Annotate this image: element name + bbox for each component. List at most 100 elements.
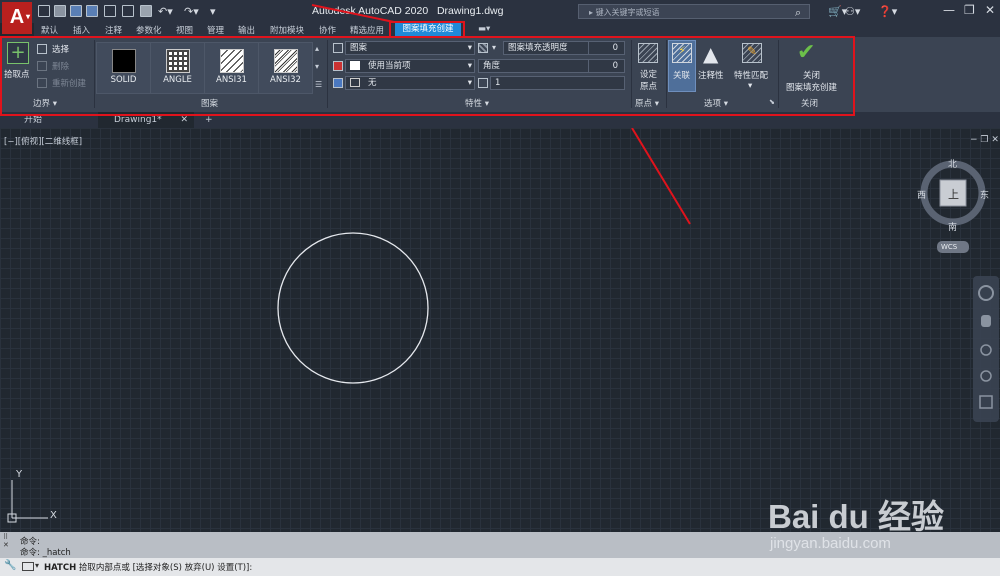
pattern-scroll-up-icon[interactable]: ▴ <box>315 44 319 53</box>
tab-default[interactable]: 默认 <box>41 24 58 36</box>
close-hatch-button[interactable]: 关闭 图案填充创建 <box>784 69 839 93</box>
network-icon[interactable]: ⚇▾ <box>845 5 860 18</box>
set-origin-button[interactable]: 设定 原点 <box>640 68 657 92</box>
command-prompt-icon[interactable] <box>22 562 34 571</box>
chevron-down-icon: ▾ <box>467 61 472 71</box>
match-properties-button[interactable]: 特性匹配 ▾ <box>734 69 768 91</box>
properties-panel-title[interactable]: 特性 ▾ <box>465 97 489 109</box>
close-label-line2: 图案填充创建 <box>785 83 837 93</box>
workspace-toggle-icon[interactable]: ▬▾ <box>478 24 490 34</box>
properties-title-text: 特性 <box>465 99 483 109</box>
minimize-icon[interactable]: — <box>943 3 955 17</box>
annotative-button[interactable]: 注释性 <box>698 69 724 81</box>
chevron-down-icon[interactable]: ▾ <box>492 43 496 52</box>
baidu-watermark-logo: Bai du 经验 <box>768 498 945 535</box>
scale-field[interactable]: 1 <box>490 76 625 90</box>
tab-featured-apps[interactable]: 精选应用 <box>350 24 384 36</box>
panel-divider <box>631 40 632 108</box>
command-grip-icon[interactable]: ⠿ ✕ <box>3 533 9 549</box>
search-input[interactable]: ▸ 键入关键字或短语 <box>578 4 810 19</box>
save-as-icon[interactable] <box>86 5 98 17</box>
drawing-svg <box>7 128 999 523</box>
chevron-down-icon: ▾ <box>467 43 472 53</box>
panel-divider <box>666 40 667 108</box>
drawn-circle[interactable] <box>277 232 429 384</box>
customize-qa-icon[interactable]: ▾ <box>210 5 216 18</box>
tab-output[interactable]: 输出 <box>238 24 255 36</box>
background-color-icon <box>333 78 343 88</box>
pan-icon[interactable] <box>981 315 991 327</box>
angle-value[interactable]: 0 <box>588 59 625 73</box>
tab-highlight-bottom <box>389 36 465 38</box>
solid-swatch <box>112 49 136 73</box>
print-icon[interactable] <box>140 5 152 17</box>
maximize-icon[interactable]: ❐ <box>964 3 975 17</box>
checkmark-icon[interactable]: ✔ <box>797 40 815 65</box>
select-objects-icon[interactable] <box>37 44 47 54</box>
file-name: Drawing1.dwg <box>436 5 504 17</box>
viewcube-north[interactable]: 北 <box>948 157 957 170</box>
transparency-icon[interactable] <box>478 43 488 53</box>
save-icon[interactable] <box>70 5 82 17</box>
close-icon[interactable]: ✕ <box>985 3 995 17</box>
pick-points-button[interactable]: 拾取点 <box>4 68 30 80</box>
open-file-icon[interactable] <box>54 5 66 17</box>
tab-view[interactable]: 视图 <box>176 24 193 36</box>
tab-highlight-top <box>389 21 465 23</box>
options-panel-title[interactable]: 选项 ▾ <box>704 97 728 109</box>
pattern-ansi31[interactable]: ANSI31 <box>204 42 259 94</box>
transparency-value[interactable]: 0 <box>588 41 625 55</box>
redo-icon[interactable]: ↷▾ <box>184 5 199 18</box>
pattern-solid[interactable]: SOLID <box>96 42 151 94</box>
search-icon[interactable]: ⌕ <box>795 6 801 20</box>
ucs-y-label: Y <box>16 469 23 480</box>
wrench-icon[interactable]: 🔧 <box>4 560 16 571</box>
annotative-icon[interactable]: ▲ <box>703 42 718 66</box>
tab-insert[interactable]: 插入 <box>73 24 90 36</box>
tab-annotate[interactable]: 注释 <box>105 24 122 36</box>
pick-points-icon[interactable]: + <box>7 42 29 64</box>
tab-arrow-svg <box>311 4 395 23</box>
match-properties-icon[interactable]: ✎ <box>742 43 762 63</box>
logo-caret-icon: ▾ <box>25 12 30 21</box>
tab-annotation-arrow <box>311 4 395 23</box>
options-dialog-launcher-icon[interactable]: ⬊ <box>769 98 775 106</box>
viewcube-top[interactable]: 上 <box>948 186 959 202</box>
share-icon[interactable] <box>122 5 134 17</box>
color-swatch <box>350 61 360 70</box>
new-file-icon[interactable] <box>38 5 50 17</box>
viewcube-east[interactable]: 东 <box>980 188 989 201</box>
chevron-down-icon[interactable]: ▾ <box>35 561 39 570</box>
tab-parametric[interactable]: 参数化 <box>136 24 162 36</box>
web-open-icon[interactable] <box>104 5 116 17</box>
tab-hatch-creation[interactable]: 图案填充创建 <box>395 23 461 36</box>
chevron-down-icon: ▾ <box>748 81 753 91</box>
recreate-boundary-button: 重新创建 <box>52 79 87 89</box>
scale-icon <box>478 78 488 88</box>
close-label-line1: 关闭 <box>802 71 820 81</box>
hatch-color-select[interactable]: 使用当前项 ▾ <box>345 59 475 73</box>
background-color-select[interactable]: 无 ▾ <box>345 76 475 90</box>
boundary-panel-title[interactable]: 边界 ▾ <box>33 97 57 109</box>
tab-highlight-right <box>463 21 465 38</box>
undo-icon[interactable]: ↶▾ <box>158 5 173 18</box>
wcs-label[interactable]: WCS <box>941 243 957 251</box>
pattern-expand-icon[interactable]: ☰ <box>315 80 322 89</box>
options-title-text: 选项 <box>704 99 722 109</box>
viewcube-south[interactable]: 南 <box>948 220 957 233</box>
select-objects-button[interactable]: 选择 <box>52 43 69 55</box>
hatch-type-select[interactable]: 图案 ▾ <box>345 41 475 55</box>
origin-panel-title[interactable]: 原点 ▾ <box>635 97 659 109</box>
pattern-ansi32[interactable]: ANSI32 <box>258 42 313 94</box>
tab-collaborate[interactable]: 协作 <box>319 24 336 36</box>
help-icon[interactable]: ❓▾ <box>878 5 897 18</box>
autocad-logo-button[interactable]: A ▾ <box>2 2 32 34</box>
set-origin-icon[interactable] <box>638 43 658 63</box>
viewcube-west[interactable]: 西 <box>917 188 926 201</box>
tab-manage[interactable]: 管理 <box>207 24 224 36</box>
hatch-type-icon <box>333 43 343 53</box>
pattern-scroll-down-icon[interactable]: ▾ <box>315 62 319 71</box>
pattern-angle[interactable]: ANGLE <box>150 42 205 94</box>
remove-boundary-icon <box>37 61 47 71</box>
tab-addins[interactable]: 附加模块 <box>270 24 304 36</box>
